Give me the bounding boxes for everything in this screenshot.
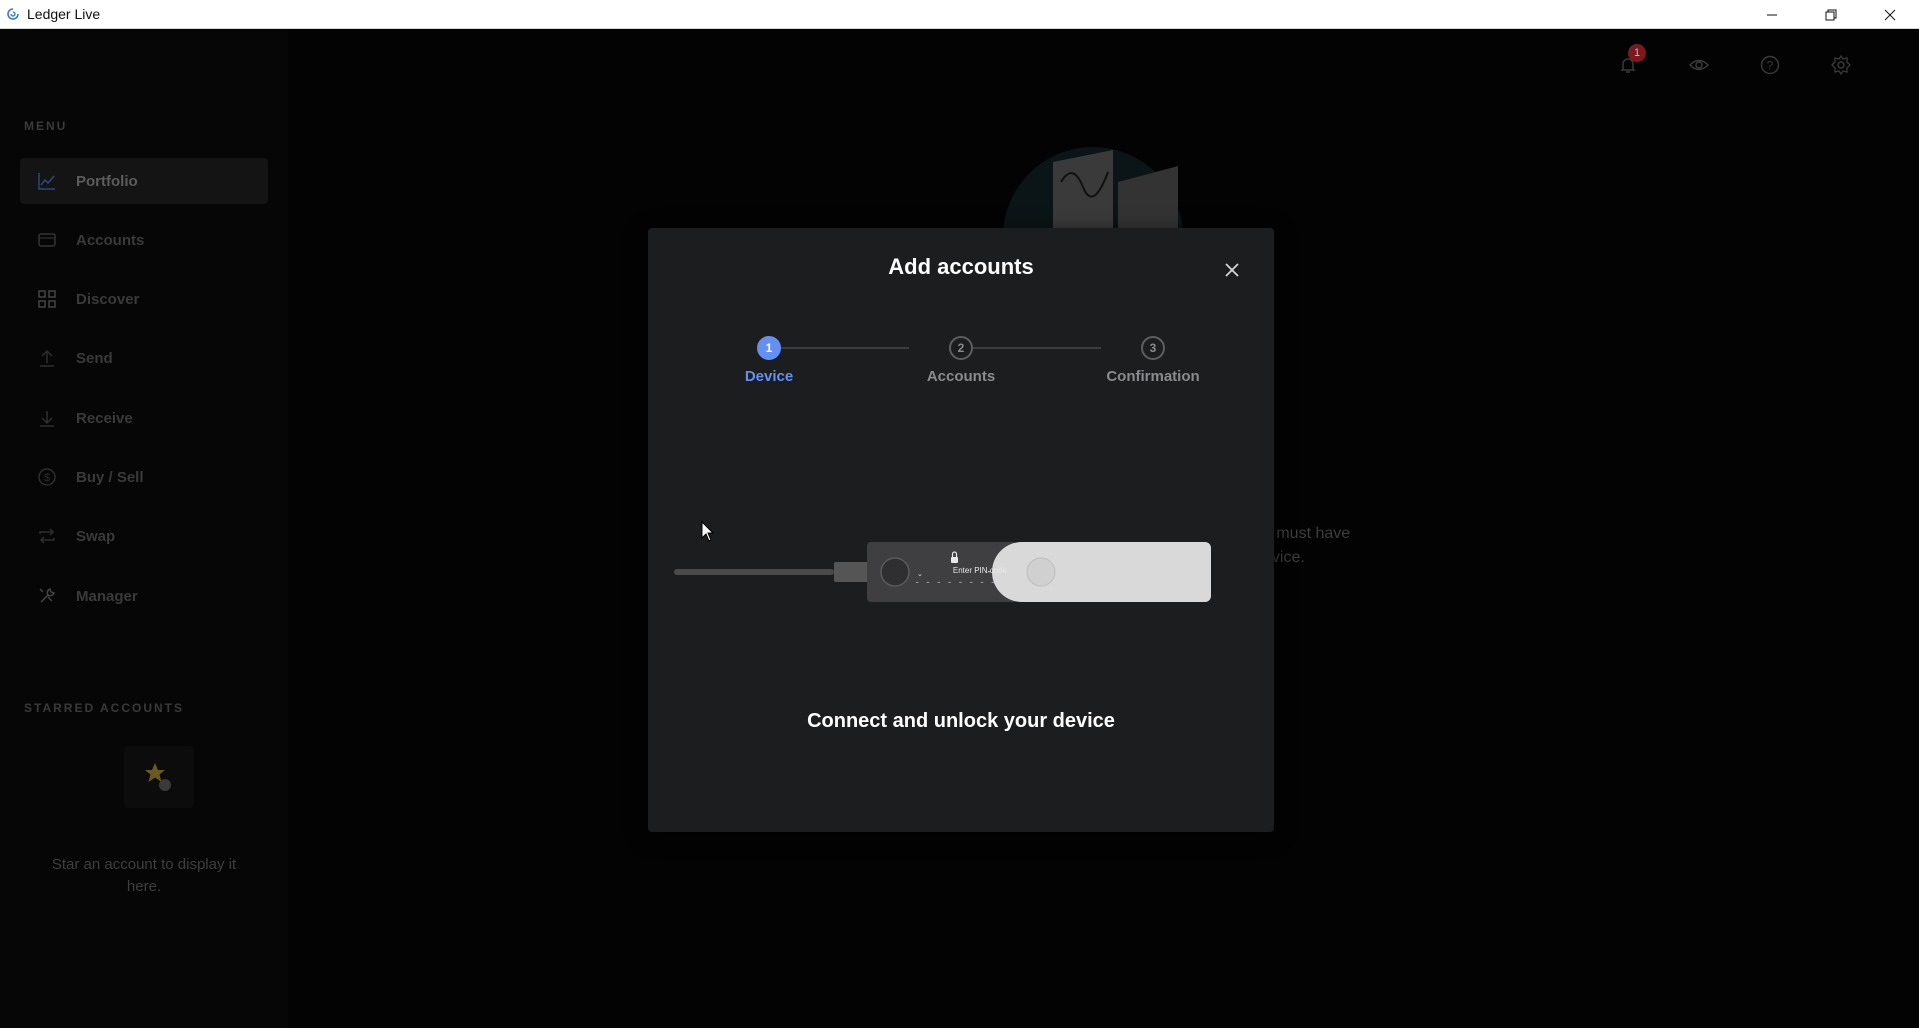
step-label: Accounts — [926, 368, 996, 385]
svg-text:⌄: ⌄ — [917, 571, 923, 578]
sidebar-item-send[interactable]: Send — [20, 335, 268, 381]
grid-icon — [37, 289, 57, 309]
modal-close-button[interactable] — [1220, 258, 1244, 282]
settings-button[interactable] — [1827, 51, 1855, 79]
sidebar-item-portfolio[interactable]: Portfolio — [20, 158, 268, 204]
dollar-circle-icon: $ — [37, 467, 57, 487]
help-button[interactable]: ? — [1756, 51, 1784, 79]
window-titlebar: Ledger Live — [0, 0, 1919, 29]
background-message-line-1: u must have — [1263, 525, 1351, 542]
menu-title: MENU — [24, 119, 68, 133]
step-accounts: 2 Accounts — [886, 336, 1036, 385]
sidebar-item-accounts[interactable]: Accounts — [20, 217, 268, 263]
close-window-button[interactable] — [1860, 0, 1919, 29]
mouse-cursor-icon — [701, 521, 715, 542]
sidebar-item-manager[interactable]: Manager — [20, 573, 268, 619]
sidebar-item-buy-sell[interactable]: $ Buy / Sell — [20, 454, 268, 500]
sidebar-item-swap[interactable]: Swap — [20, 513, 268, 559]
sidebar-item-label: Receive — [76, 409, 133, 427]
svg-text:?: ? — [1767, 59, 1774, 73]
minimize-button[interactable] — [1742, 0, 1801, 29]
step-label: Device — [744, 368, 794, 385]
sidebar-item-label: Swap — [76, 527, 116, 545]
close-icon — [1884, 9, 1895, 20]
tools-icon — [37, 586, 57, 606]
restore-button[interactable] — [1801, 0, 1860, 29]
window-title: Ledger Live — [27, 6, 101, 22]
step-number: 2 — [949, 336, 973, 360]
close-icon — [1225, 263, 1239, 277]
sidebar-item-label: Buy / Sell — [76, 468, 144, 486]
step-confirmation: 3 Confirmation — [1078, 336, 1228, 385]
device-screen-text: Enter PIN code — [952, 566, 1008, 575]
settings-gear-icon — [1831, 55, 1851, 75]
sidebar-item-discover[interactable]: Discover — [20, 276, 268, 322]
ledger-live-app-icon — [7, 7, 21, 21]
sidebar: MENU Portfolio Accounts Discover Send Re… — [0, 29, 288, 1028]
download-arrow-icon — [37, 408, 57, 428]
minimize-icon — [1766, 14, 1777, 15]
sidebar-item-label: Manager — [76, 587, 138, 605]
wallet-icon — [37, 230, 57, 250]
restore-icon — [1825, 9, 1836, 20]
svg-text:$: $ — [44, 472, 50, 484]
sidebar-item-receive[interactable]: Receive — [20, 395, 268, 441]
notification-count-badge: 1 — [1628, 44, 1646, 62]
starred-accounts-hint: Star an account to display it here. — [51, 856, 237, 895]
step-number: 3 — [1141, 336, 1165, 360]
svg-text:- - - - - - - -: - - - - - - - - — [914, 578, 995, 588]
notifications-button[interactable]: 1 — [1614, 44, 1646, 79]
eye-icon — [1689, 59, 1709, 71]
sidebar-item-label: Accounts — [76, 231, 145, 249]
toggle-visibility-button[interactable] — [1685, 51, 1713, 79]
modal-title: Add accounts — [888, 254, 1034, 279]
swap-arrows-icon — [37, 526, 57, 546]
step-label: Confirmation — [1106, 368, 1200, 385]
add-accounts-modal: Add accounts 1 Device 2 Accounts 3 Confi… — [648, 228, 1274, 832]
starred-accounts-title: STARRED ACCOUNTS — [24, 701, 184, 715]
background-message: u must have evice. — [1263, 522, 1350, 570]
sidebar-item-label: Discover — [76, 290, 140, 308]
help-circle-icon: ? — [1760, 55, 1780, 75]
upload-arrow-icon — [37, 348, 57, 368]
connect-instruction: Connect and unlock your device — [807, 710, 1115, 732]
star-icon — [145, 763, 171, 791]
star-placeholder-card — [124, 746, 194, 808]
sidebar-item-label: Send — [76, 349, 113, 367]
step-device: 1 Device — [694, 336, 844, 385]
chart-line-icon — [37, 171, 57, 191]
step-number: 1 — [757, 336, 781, 360]
sidebar-item-label: Portfolio — [76, 172, 138, 190]
